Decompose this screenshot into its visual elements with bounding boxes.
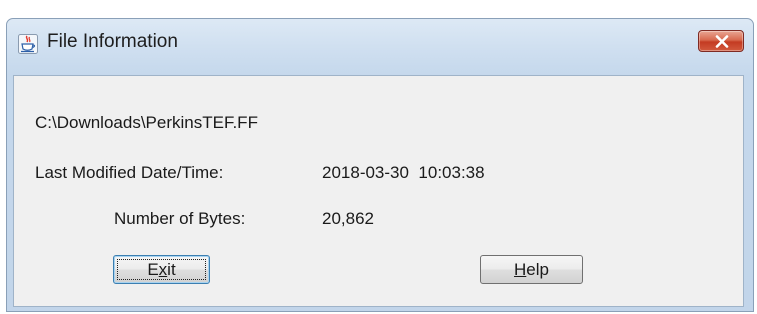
exit-button[interactable]: Exit [113,255,210,284]
file-information-dialog: File Information C:\Downloads\PerkinsTEF… [6,18,754,312]
last-modified-value: 2018-03-30 10:03:38 [322,163,485,182]
dialog-content: C:\Downloads\PerkinsTEF.FF Last Modified… [13,75,744,307]
last-modified-label: Last Modified Date/Time: [35,163,224,182]
window-title: File Information [47,31,178,52]
file-path: C:\Downloads\PerkinsTEF.FF [35,113,258,132]
close-icon [715,35,729,48]
close-button[interactable] [698,30,744,52]
help-button[interactable]: Help [480,255,583,284]
title-bar[interactable]: File Information [7,19,753,74]
help-button-label: Help [514,260,549,279]
java-cup-icon [18,34,38,54]
number-of-bytes-value: 20,862 [322,209,374,228]
number-of-bytes-label: Number of Bytes: [114,209,246,228]
exit-button-label: Exit [147,260,176,279]
